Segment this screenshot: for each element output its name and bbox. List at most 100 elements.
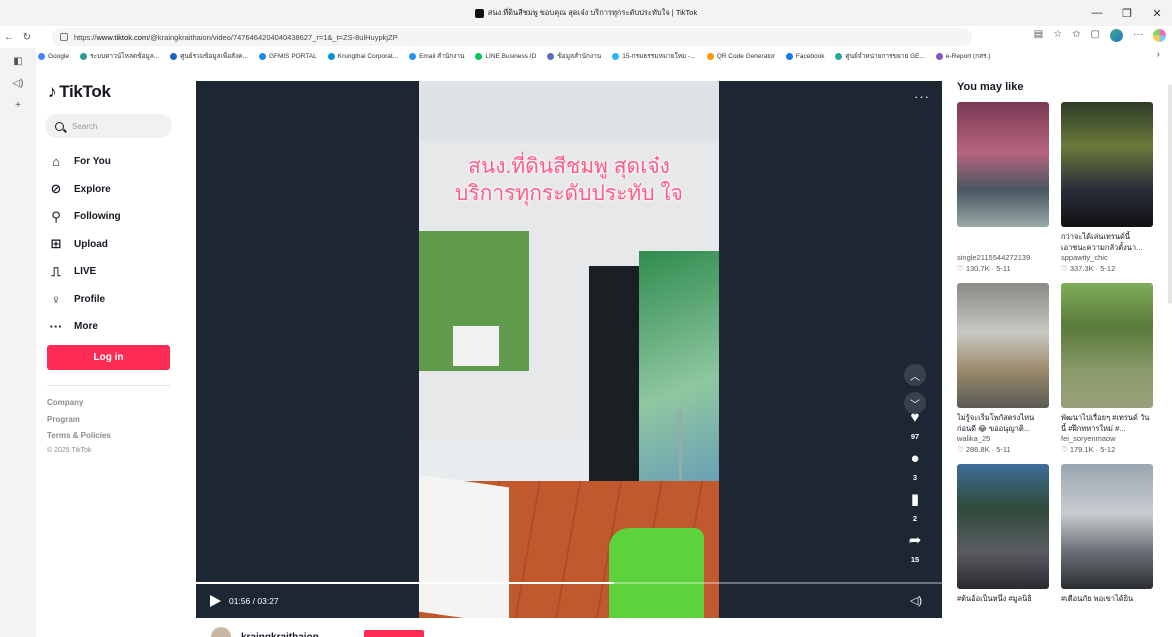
avatar[interactable]	[211, 627, 231, 637]
bookmark-item[interactable]: QR Code Generator	[706, 52, 775, 60]
bookmark-label: ข้อมูลสำนักงาน	[557, 53, 602, 60]
video-author[interactable]: walika_25	[957, 434, 1049, 444]
nav-item-explore[interactable]: ⊘ Explore	[48, 176, 121, 204]
bookmarks-overflow-icon[interactable]: ›	[1157, 49, 1160, 60]
nav-item-following[interactable]: ⚲ Following	[48, 203, 120, 231]
comment-button[interactable]: ● 3	[902, 450, 928, 482]
login-button[interactable]: Log in	[47, 345, 170, 370]
footer-link-terms[interactable]: Terms & Policies	[47, 428, 111, 445]
back-icon[interactable]: ←	[0, 32, 18, 43]
address-toolbar: ← ↻ https://www.tiktok.com/@kraingkraith…	[0, 26, 1172, 48]
duration: 03:27	[257, 596, 279, 606]
video-thumbnail[interactable]	[957, 283, 1049, 408]
minimize-icon[interactable]: —	[1082, 0, 1112, 26]
video-player[interactable]: สนง.ที่ดินสีชมพู สุดเจ๋ง บริการทุกระดับป…	[196, 81, 942, 618]
nav-item-for-you[interactable]: ⌂ For You	[48, 148, 121, 176]
bookmark-item[interactable]: Email สำนักงาน	[409, 51, 464, 61]
nav-item-profile[interactable]: ♀ Profile	[48, 286, 121, 314]
tiktok-favicon-icon	[474, 8, 484, 18]
profile-avatar-icon[interactable]	[1110, 29, 1123, 42]
bookmark-item[interactable]: Google	[38, 52, 69, 60]
video-title: #ต้นอ้อเป็นหนึ่ง #มูลนิธิ	[957, 594, 1032, 603]
video-likes: 337.3K	[1069, 264, 1094, 273]
site-info-icon[interactable]	[60, 33, 68, 41]
you-may-like-panel: You may like single2115544272139 ♡ 130.7…	[957, 81, 1157, 615]
suggestions-heading: You may like	[957, 81, 1024, 93]
tiktok-logo[interactable]: ♪ TikTok	[48, 82, 111, 102]
bookmark-item[interactable]: LINE Business ID	[475, 52, 536, 60]
suggested-video-card[interactable]: #เตือนภัย พอเขาได้ยิน	[1061, 464, 1153, 615]
tiktok-page: ♪ TikTok Search ⌂ For You ⊘ Explore ⚲ Fo…	[36, 64, 1172, 637]
video-thumbnail[interactable]	[957, 464, 1049, 589]
video-date: 5-11	[996, 264, 1011, 273]
bookmark-item[interactable]: GFMIS PORTAL	[258, 52, 317, 60]
toolbar-actions: ▤ ☆ ✩ ▢ ···	[1034, 29, 1166, 42]
suggested-video-card[interactable]: single2115544272139 ♡ 130.7K · 5-11	[957, 102, 1049, 283]
bookmark-item[interactable]: 15-กรมธรรมหมายใหม -...	[612, 51, 696, 61]
share-button[interactable]: ➦ 15	[902, 532, 928, 564]
footer-link-company[interactable]: Company	[47, 395, 111, 412]
suggested-video-card[interactable]: กว่าจะได้เล่นเทรนด์นี้ เอาชนะความกลัวตั้…	[1061, 102, 1153, 283]
video-ceiling	[419, 81, 719, 141]
window-title: สนง.ที่ดินสีชมพู ขอบคุณ สุดเจ๋ง บริการทุ…	[487, 8, 698, 17]
suggested-video-card[interactable]: ไม่รู้จะเริ่มโพกัสตรงไหน ก่อนดี 😂 ขออนุญ…	[957, 283, 1049, 464]
video-thumbnail[interactable]	[957, 102, 1049, 227]
tab-actions-icon[interactable]: ◧	[10, 54, 26, 70]
bookmark-item[interactable]: Facebook	[785, 52, 824, 60]
video-likes: 130.7K	[965, 264, 990, 273]
upload-icon: ⊞	[50, 236, 62, 252]
footer-link-program[interactable]: Program	[47, 412, 111, 429]
video-author[interactable]: sppawity_chic	[1061, 253, 1153, 263]
window-titlebar: สนง.ที่ดินสีชมพู ขอบคุณ สุดเจ๋ง บริการทุ…	[0, 0, 1172, 26]
video-thumbnail[interactable]	[1061, 464, 1153, 589]
nav-label: Explore	[74, 183, 111, 195]
nav-item-more[interactable]: ··· More	[48, 313, 121, 341]
bookmark-item[interactable]: Krungthai Corporat...	[327, 52, 398, 60]
live-icon: ⎍	[51, 263, 61, 279]
favorites-icon[interactable]: ✩	[1072, 29, 1080, 42]
new-tab-icon[interactable]: +	[10, 98, 26, 114]
search-input[interactable]: Search	[45, 114, 172, 138]
bookmark-item[interactable]: ศูนย์จำหน่ายการขยาย GE...	[835, 51, 925, 61]
more-options-icon[interactable]: ···	[914, 89, 930, 104]
comment-count: 3	[912, 473, 918, 482]
video-progress-bar[interactable]	[196, 582, 942, 584]
bookmark-item[interactable]: e-Report (กสร.)	[935, 51, 991, 61]
video-title: ไม่รู้จะเริ่มโพกัสตรงไหน ก่อนดี 😂 ขออนุญ…	[957, 413, 1035, 433]
address-bar[interactable]: https://www.tiktok.com/@kraingkraithaion…	[52, 28, 972, 46]
video-author[interactable]: fei_soryenmaow	[1061, 434, 1153, 444]
read-aloud-icon[interactable]: ◁)	[10, 76, 26, 92]
bookmark-icon: ▮	[910, 491, 920, 508]
author-username[interactable]: kraingkraithaion	[241, 632, 319, 637]
nav-item-upload[interactable]: ⊞ Upload	[48, 231, 121, 259]
bookmark-favicon-icon	[258, 52, 266, 60]
volume-icon[interactable]: ◁)	[910, 594, 922, 607]
nav-item-live[interactable]: ⎍ LIVE	[48, 258, 121, 286]
bookmark-label: ศูนย์จำหน่ายการขยาย GE...	[845, 53, 925, 60]
search-icon	[55, 121, 64, 131]
suggested-video-card[interactable]: พัฒนาไปเรื่อยๆ #เทรนด์ วันนี้ #ฝึกทหารให…	[1061, 283, 1153, 464]
bookmark-item[interactable]: ศูนย์รวมข้อมูลเพื่อสังค...	[170, 51, 248, 61]
suggested-video-card[interactable]: #ต้นอ้อเป็นหนึ่ง #มูลนิธิ	[957, 464, 1049, 615]
video-author[interactable]: single2115544272139	[957, 253, 1049, 263]
page-scrollbar[interactable]	[1168, 84, 1172, 304]
video-thumbnail[interactable]	[1061, 102, 1153, 227]
bookmark-item[interactable]: ข้อมูลสำนักงาน	[547, 51, 601, 61]
favorite-star-icon[interactable]: ☆	[1053, 29, 1062, 42]
like-button[interactable]: ♥ 97	[902, 409, 928, 441]
video-thumbnail[interactable]	[1061, 283, 1153, 408]
collections-icon[interactable]: ▢	[1091, 29, 1100, 42]
copilot-icon[interactable]	[1153, 29, 1166, 42]
close-icon[interactable]: ✕	[1142, 0, 1172, 26]
settings-more-icon[interactable]: ···	[1133, 29, 1143, 42]
reader-view-icon[interactable]: ▤	[1034, 29, 1043, 42]
refresh-icon[interactable]: ↻	[18, 32, 36, 43]
bookmark-item[interactable]: ระบบดาวน์โหลดข้อมูล...	[79, 51, 159, 61]
save-button[interactable]: ▮ 2	[902, 491, 928, 523]
restore-icon[interactable]: ❐	[1112, 0, 1142, 26]
bookmark-favicon-icon	[409, 52, 417, 60]
follow-button[interactable]	[364, 630, 424, 637]
play-icon[interactable]	[210, 595, 221, 607]
previous-video-icon[interactable]: ︿	[904, 364, 926, 386]
nav-label: For You	[74, 156, 111, 168]
